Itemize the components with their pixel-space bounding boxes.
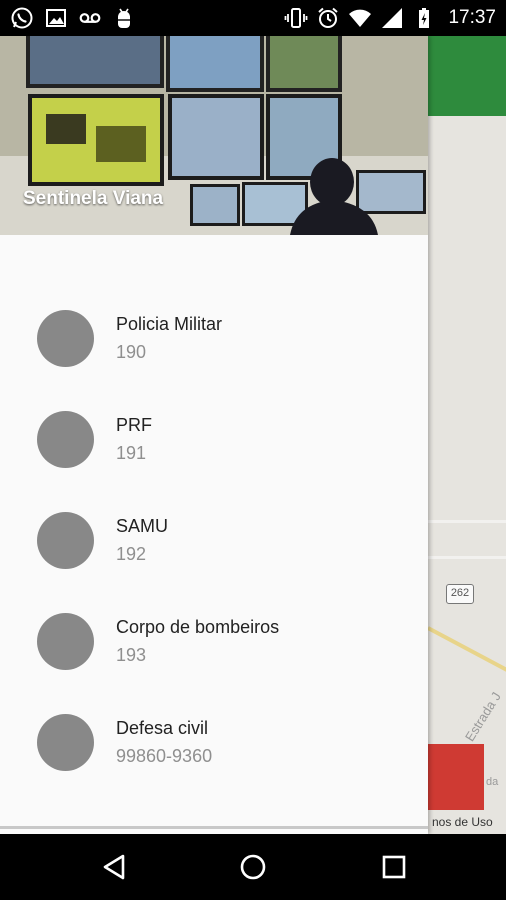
contact-name: Corpo de bombeiros xyxy=(116,617,280,637)
voicemail-icon xyxy=(78,6,102,30)
contact-phone: 191 xyxy=(116,443,147,463)
drawer-title: Sentinela Viana xyxy=(23,188,164,209)
status-bar: 17:37 xyxy=(0,0,506,36)
vibrate-icon xyxy=(284,6,308,30)
drawer-divider xyxy=(0,826,428,829)
map-road xyxy=(428,556,506,559)
contact-avatar xyxy=(37,613,94,670)
recents-icon[interactable] xyxy=(376,849,412,885)
android-debug-icon xyxy=(112,6,136,30)
contact-avatar xyxy=(37,714,94,771)
contact-avatar xyxy=(37,512,94,569)
map-action-button[interactable] xyxy=(428,744,484,810)
contact-phone: 190 xyxy=(116,342,147,362)
contact-item-policia-militar[interactable]: Policia Militar 190 xyxy=(0,276,428,377)
contact-name: Defesa civil xyxy=(116,718,209,738)
map-street-label: Estrada J xyxy=(462,689,504,744)
contact-avatar xyxy=(37,310,94,367)
contact-item-samu[interactable]: SAMU 192 xyxy=(0,478,428,579)
contact-name: Policia Militar xyxy=(116,314,223,334)
whatsapp-icon xyxy=(10,6,34,30)
contact-item-corpo-de-bombeiros[interactable]: Corpo de bombeiros 193 xyxy=(0,579,428,680)
drawer-header: Sentinela Viana xyxy=(0,36,428,235)
map-street-label: da xyxy=(486,776,499,788)
contact-phone: 192 xyxy=(116,544,147,564)
contact-avatar xyxy=(37,411,94,468)
map-toolbar xyxy=(428,36,506,116)
contact-phone: 99860-9360 xyxy=(116,746,213,766)
contact-item-defesa-civil[interactable]: Defesa civil 99860-9360 xyxy=(0,680,428,781)
status-time: 17:37 xyxy=(448,7,496,28)
wifi-icon xyxy=(348,6,372,30)
contact-item-prf[interactable]: PRF 191 xyxy=(0,377,428,478)
back-icon[interactable] xyxy=(96,849,132,885)
road-shield: 262 xyxy=(446,584,474,604)
image-icon xyxy=(44,6,68,30)
signal-icon xyxy=(380,6,404,30)
contact-list: Policia Militar 190 PRF 191 SAMU 192 Cor… xyxy=(0,276,428,781)
map-highway xyxy=(427,626,506,673)
map-terms-link[interactable]: nos de Uso xyxy=(432,815,493,829)
contact-phone: 193 xyxy=(116,645,147,665)
contact-name: PRF xyxy=(116,415,152,435)
battery-charging-icon xyxy=(412,6,436,30)
alarm-icon xyxy=(316,6,340,30)
system-navigation-bar xyxy=(0,834,506,900)
contact-name: SAMU xyxy=(116,516,169,536)
navigation-drawer: Sentinela Viana Policia Militar 190 PRF … xyxy=(0,36,428,834)
map-road xyxy=(428,520,506,523)
home-icon[interactable] xyxy=(235,849,271,885)
